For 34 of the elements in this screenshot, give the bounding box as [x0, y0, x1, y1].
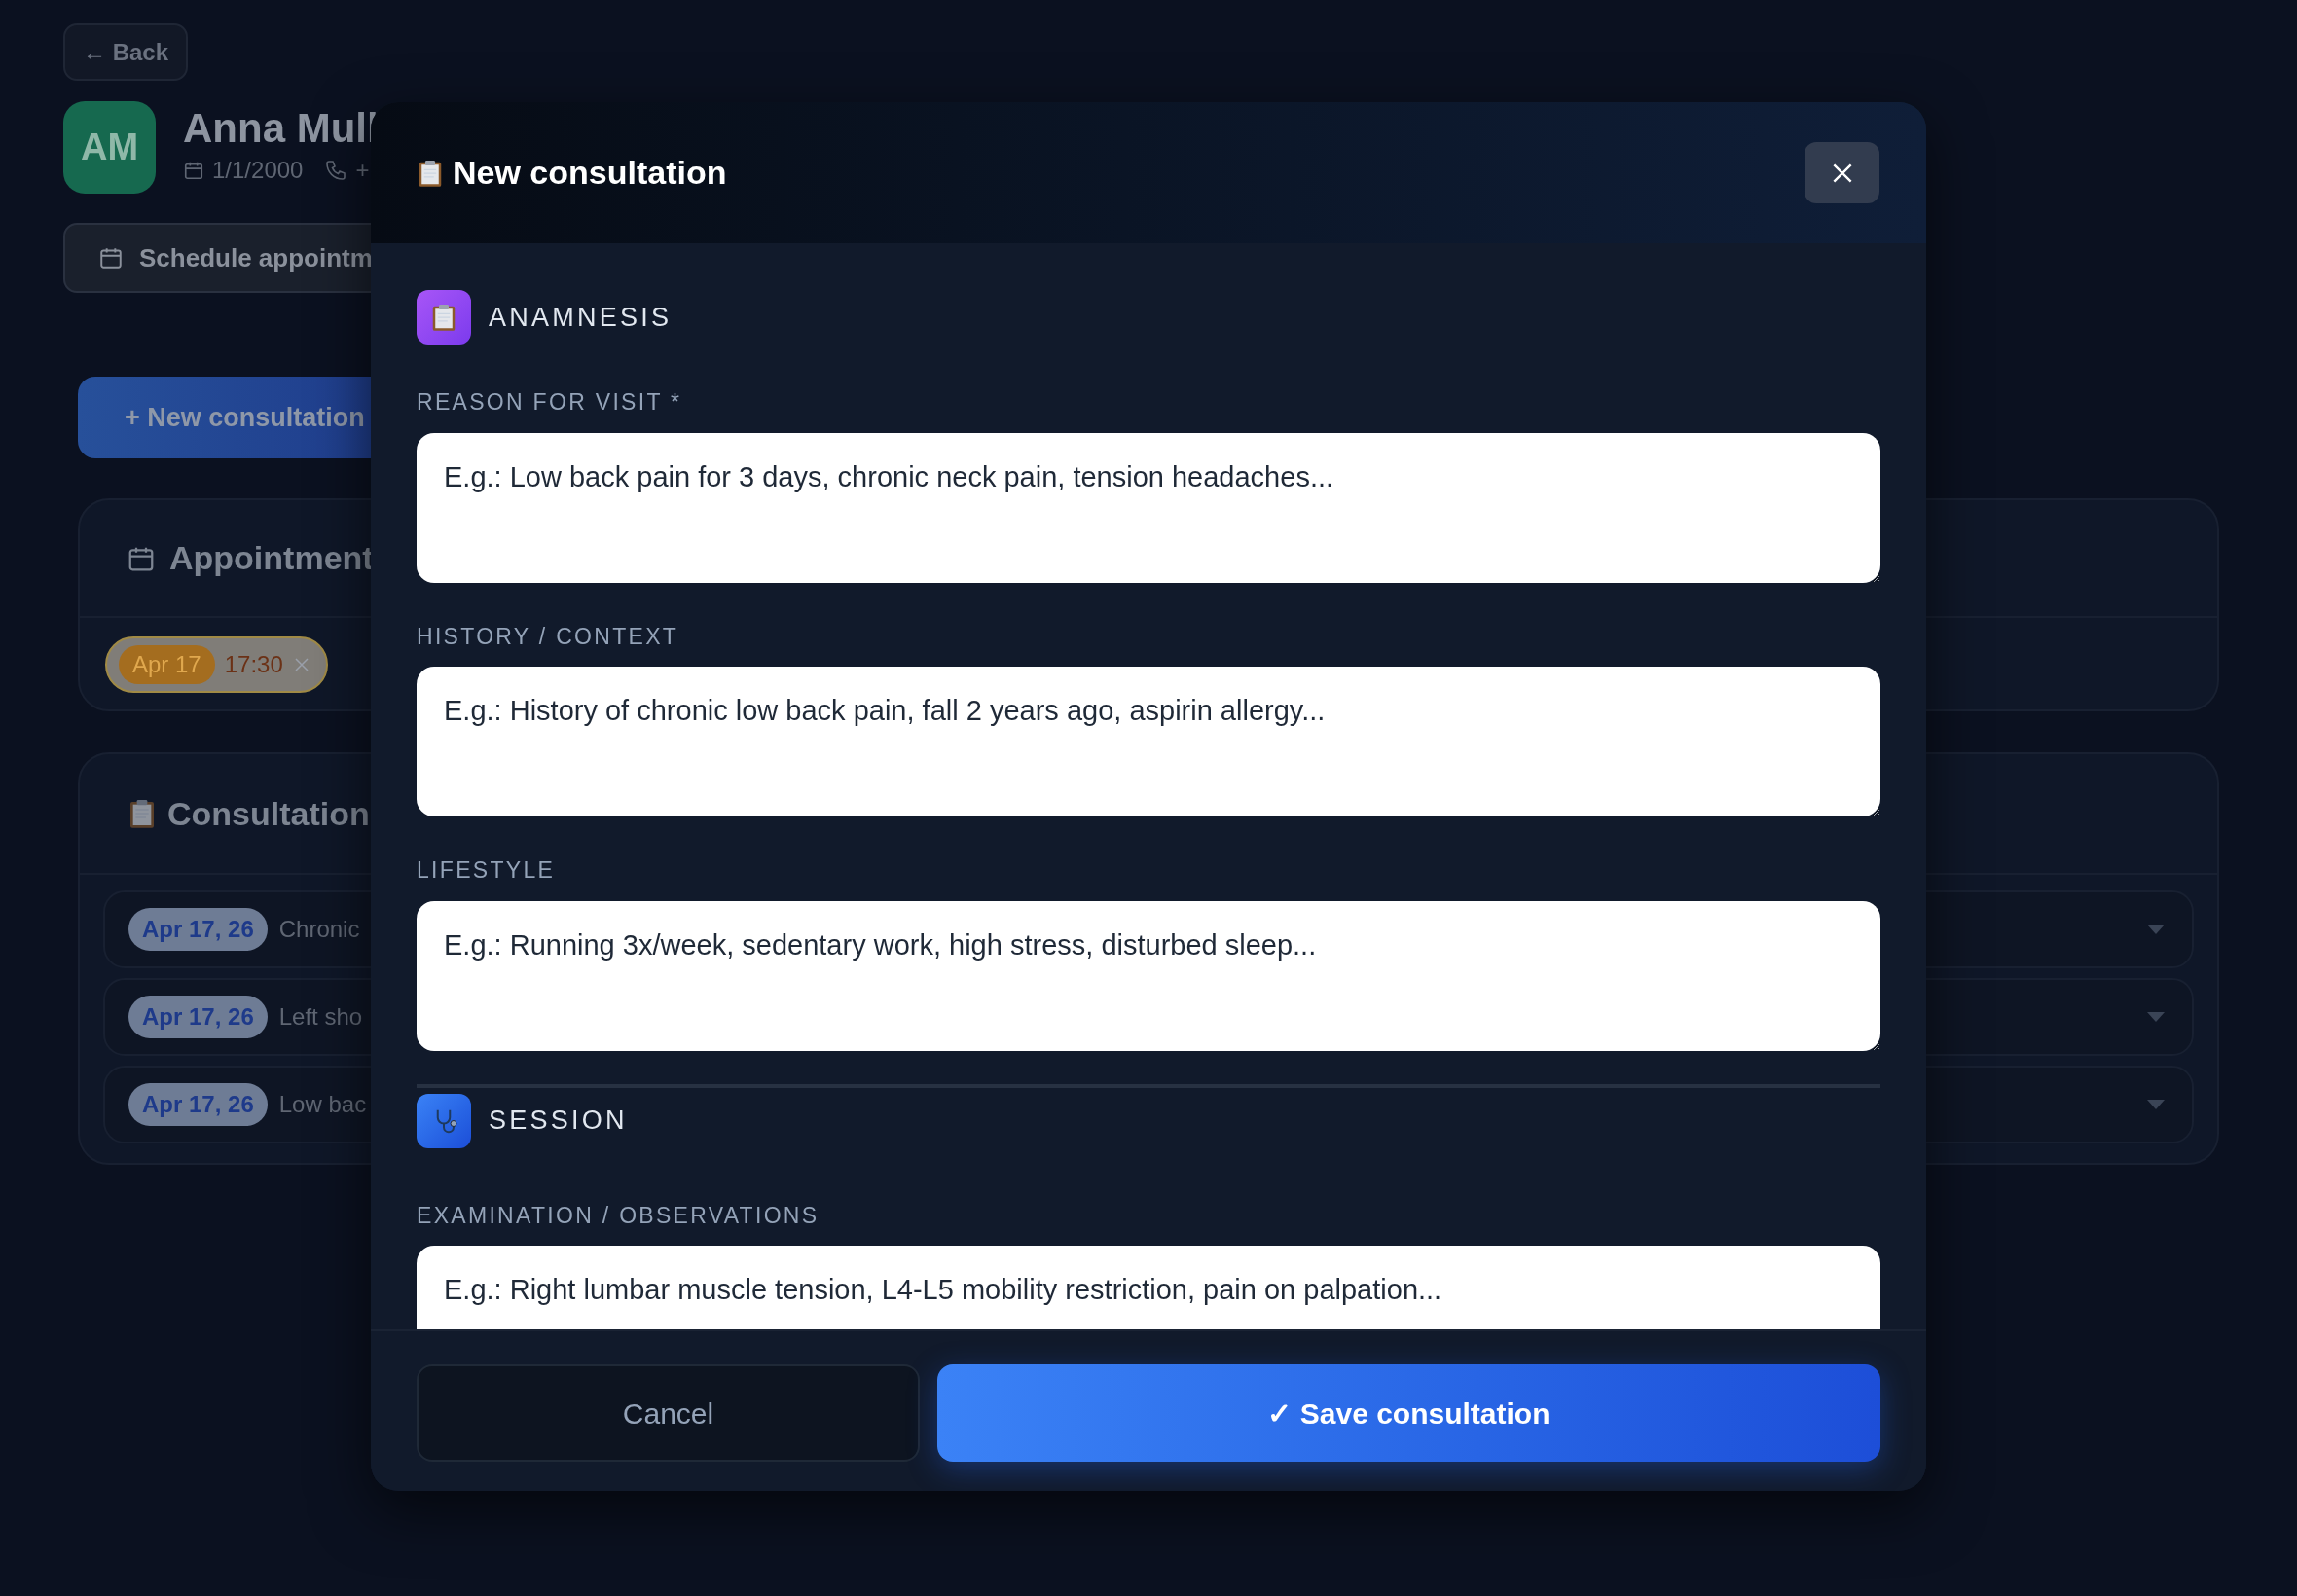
phone-number: +	[355, 155, 370, 185]
card-title: Appointment	[169, 538, 374, 578]
field-label: EXAMINATION / OBSERVATIONS	[417, 1201, 820, 1230]
date-pill: Apr 17, 26	[128, 908, 268, 951]
caret-icon	[2147, 925, 2165, 934]
caret-icon	[2147, 1100, 2165, 1109]
text-area[interactable]: E.g.: Right lumbar muscle tension, L4-L5 mobility restriction, pain on palpation...	[417, 1246, 1880, 1329]
close-button[interactable]	[1805, 142, 1879, 203]
date-pill: Apr 17, 26	[128, 996, 268, 1038]
consultation-summary: Left sho	[278, 1002, 363, 1032]
card-title: Consultation	[167, 793, 370, 834]
section-title: SESSION	[489, 1105, 628, 1138]
birth-date: 1/1/2000	[212, 155, 304, 185]
consultation-summary: Low bac	[278, 1090, 367, 1119]
consultation-summary: Chronic	[278, 915, 360, 944]
appointment-chip[interactable]: Apr 17 17:30	[105, 636, 328, 693]
close-icon	[292, 656, 310, 673]
appointment-time: 17:30	[224, 650, 283, 679]
avatar: AM	[63, 101, 156, 194]
cancel-button[interactable]: Cancel	[417, 1364, 920, 1462]
text-area[interactable]: E.g.: History of chronic low back pain, fall 2 years ago, aspirin allergy...	[417, 667, 1880, 816]
appointment-date: Apr 17	[119, 645, 215, 684]
text-area[interactable]: E.g.: Running 3x/week, sedentary work, high stress, disturbed sleep...	[417, 900, 1880, 1051]
caret-icon	[2147, 1012, 2165, 1022]
date-pill: Apr 17, 26	[128, 1083, 268, 1126]
field-label: LIFESTYLE	[417, 856, 557, 885]
field-label: HISTORY / CONTEXT	[417, 622, 680, 651]
section-title: ANAMNESIS	[489, 301, 673, 334]
calendar-icon	[98, 245, 124, 271]
phone-icon	[324, 158, 348, 182]
back-button[interactable]: ← Back	[63, 23, 188, 81]
modal-title: New consultation	[453, 153, 727, 193]
text-area[interactable]: E.g.: Low back pain for 3 days, chronic neck pain, tension headaches...	[417, 432, 1880, 583]
save-button[interactable]: ✓ Save consultation	[937, 1364, 1880, 1462]
